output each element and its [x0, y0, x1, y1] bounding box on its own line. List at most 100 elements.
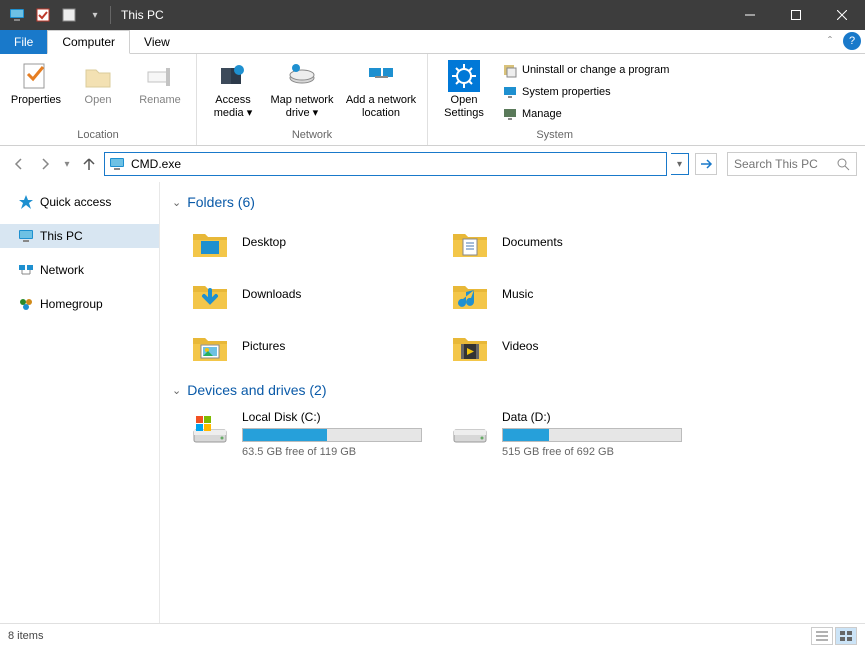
- statusbar: 8 items: [0, 623, 865, 647]
- homegroup-icon: [18, 296, 34, 312]
- drive-free-text: 63.5 GB free of 119 GB: [242, 446, 422, 458]
- status-items: 8 items: [8, 630, 43, 642]
- recent-dropdown[interactable]: ▾: [60, 153, 74, 175]
- drive-usage-bar: [242, 428, 422, 442]
- menu-file[interactable]: File: [0, 30, 47, 54]
- folder-label: Documents: [502, 235, 563, 249]
- sidebar-item-homegroup[interactable]: Homegroup: [0, 292, 159, 316]
- folder-label: Videos: [502, 339, 538, 353]
- minimize-button[interactable]: [727, 0, 773, 30]
- drives-header[interactable]: ⌄ Devices and drives (2): [172, 382, 853, 398]
- manage-button[interactable]: Manage: [498, 104, 673, 124]
- drive-item[interactable]: Local Disk (C:) 63.5 GB free of 119 GB: [186, 406, 426, 462]
- rename-icon: [144, 60, 176, 92]
- folder-item[interactable]: Videos: [446, 322, 686, 370]
- folder-label: Downloads: [242, 287, 301, 301]
- titlebar: ▾ This PC: [0, 0, 865, 30]
- pc-icon: [109, 156, 125, 172]
- access-media-icon: [217, 60, 249, 92]
- sidebar-item-network[interactable]: Network: [0, 258, 159, 282]
- ribbon-collapse-icon[interactable]: ˆ: [821, 32, 839, 50]
- forward-button[interactable]: [34, 153, 56, 175]
- quickaccess-icon: [18, 194, 34, 210]
- open-button: Open: [68, 58, 128, 109]
- drive-icon: [450, 410, 490, 450]
- close-button[interactable]: [819, 0, 865, 30]
- open-settings-button[interactable]: Open Settings: [434, 58, 494, 122]
- dropdown-icon[interactable]: ▾: [84, 4, 106, 26]
- add-location-button[interactable]: Add a network location: [341, 58, 421, 122]
- drive-free-text: 515 GB free of 692 GB: [502, 446, 682, 458]
- drive-name: Data (D:): [502, 410, 682, 424]
- search-box[interactable]: [727, 152, 857, 176]
- chevron-down-icon: ⌄: [172, 384, 181, 397]
- uninstall-icon: [502, 62, 518, 78]
- system-properties-icon: [502, 84, 518, 100]
- folder-item[interactable]: Downloads: [186, 270, 426, 318]
- ribbon-group-network-label: Network: [203, 127, 421, 143]
- properties-button[interactable]: Properties: [6, 58, 66, 109]
- ribbon-group-location: Properties Open Rename Location: [0, 54, 197, 145]
- folder-item[interactable]: Desktop: [186, 218, 426, 266]
- help-icon[interactable]: ?: [843, 32, 861, 50]
- address-dropdown[interactable]: ▾: [671, 153, 689, 175]
- maximize-button[interactable]: [773, 0, 819, 30]
- folder-label: Desktop: [242, 235, 286, 249]
- manage-icon: [502, 106, 518, 122]
- go-button[interactable]: [695, 153, 717, 175]
- quickaccess-properties-icon[interactable]: [32, 4, 54, 26]
- up-button[interactable]: [78, 153, 100, 175]
- folder-icon: [190, 274, 230, 314]
- settings-icon: [448, 60, 480, 92]
- menubar: File Computer View ˆ ?: [0, 30, 865, 54]
- sidebar-item-quickaccess[interactable]: Quick access: [0, 190, 159, 214]
- window-title: This PC: [121, 8, 164, 22]
- drive-usage-bar: [502, 428, 682, 442]
- add-location-icon: [365, 60, 397, 92]
- folder-icon: [450, 222, 490, 262]
- search-icon: [837, 158, 850, 171]
- network-icon: [18, 262, 34, 278]
- access-media-button[interactable]: Access media ▾: [203, 58, 263, 122]
- view-details-button[interactable]: [811, 627, 833, 645]
- ribbon-group-system: Open Settings Uninstall or change a prog…: [428, 54, 681, 145]
- content-pane: ⌄ Folders (6) Desktop Documents Downloads M…: [160, 182, 865, 623]
- folders-header[interactable]: ⌄ Folders (6): [172, 194, 853, 210]
- drive-item[interactable]: Data (D:) 515 GB free of 692 GB: [446, 406, 686, 462]
- map-drive-button[interactable]: Map network drive ▾: [265, 58, 339, 122]
- app-icon: [6, 4, 28, 26]
- folder-icon: [450, 274, 490, 314]
- map-drive-icon: [286, 60, 318, 92]
- drive-name: Local Disk (C:): [242, 410, 422, 424]
- view-icons-button[interactable]: [835, 627, 857, 645]
- menu-tab-view[interactable]: View: [130, 30, 184, 54]
- search-input[interactable]: [734, 157, 833, 171]
- folder-item[interactable]: Documents: [446, 218, 686, 266]
- ribbon: Properties Open Rename Location Access m…: [0, 54, 865, 146]
- folder-icon: [190, 222, 230, 262]
- system-properties-button[interactable]: System properties: [498, 82, 673, 102]
- folder-item[interactable]: Music: [446, 270, 686, 318]
- sidebar: Quick access This PC Network Homegroup: [0, 182, 160, 623]
- address-input[interactable]: [131, 157, 662, 171]
- folder-icon: [190, 326, 230, 366]
- thispc-icon: [18, 228, 34, 244]
- address-bar[interactable]: [104, 152, 667, 176]
- sidebar-item-thispc[interactable]: This PC: [0, 224, 159, 248]
- chevron-down-icon: ⌄: [172, 196, 181, 209]
- menu-tab-computer[interactable]: Computer: [47, 30, 130, 54]
- open-icon: [82, 60, 114, 92]
- folder-item[interactable]: Pictures: [186, 322, 426, 370]
- navbar: ▾ ▾: [0, 146, 865, 182]
- drive-icon: [190, 410, 230, 450]
- ribbon-group-location-label: Location: [6, 127, 190, 143]
- quickaccess-newfolder-icon[interactable]: [58, 4, 80, 26]
- uninstall-button[interactable]: Uninstall or change a program: [498, 60, 673, 80]
- folder-label: Music: [502, 287, 533, 301]
- folder-label: Pictures: [242, 339, 285, 353]
- ribbon-group-network: Access media ▾ Map network drive ▾ Add a…: [197, 54, 428, 145]
- folder-icon: [450, 326, 490, 366]
- properties-icon: [20, 60, 52, 92]
- rename-button: Rename: [130, 58, 190, 109]
- back-button[interactable]: [8, 153, 30, 175]
